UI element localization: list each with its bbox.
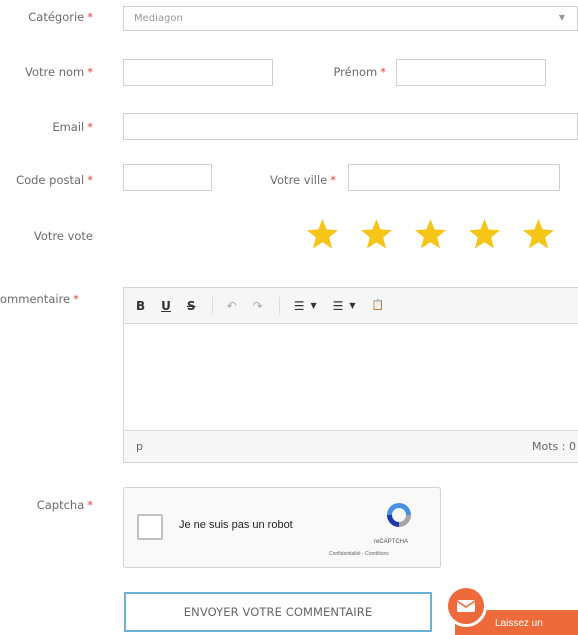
vote-label: Votre vote bbox=[6, 229, 93, 243]
recaptcha-links[interactable]: Confidentialité - Conditions bbox=[329, 551, 389, 557]
category-select-value: Mediagon bbox=[134, 13, 183, 24]
comment-editor[interactable]: B U S ↶ ↷ ☰ ▼ ☰ ▼ 📋 p Mots : 0 bbox=[123, 287, 578, 463]
word-count: Mots : 0 bbox=[532, 440, 576, 453]
required-marker: * bbox=[87, 498, 93, 512]
star-icon[interactable] bbox=[305, 217, 340, 252]
captcha-label-text: Captcha bbox=[36, 498, 85, 512]
underline-button[interactable]: U bbox=[161, 299, 171, 313]
redo-icon[interactable]: ↷ bbox=[253, 299, 263, 313]
editor-toolbar: B U S ↶ ↷ ☰ ▼ ☰ ▼ 📋 bbox=[124, 288, 578, 324]
required-marker: * bbox=[380, 65, 386, 79]
feedback-tab-label: Laissez un bbox=[495, 618, 543, 629]
last-name-label-text: Votre nom bbox=[24, 65, 85, 79]
captcha-label: Captcha * bbox=[6, 498, 93, 512]
postal-code-field[interactable] bbox=[123, 164, 212, 191]
numbered-list-icon[interactable]: ☰ bbox=[333, 299, 344, 313]
envelope-icon bbox=[456, 600, 476, 612]
city-label: Votre ville * bbox=[238, 173, 336, 187]
last-name-label: Votre nom * bbox=[6, 65, 93, 79]
last-name-field[interactable] bbox=[123, 59, 273, 86]
paste-icon[interactable]: 📋 bbox=[372, 300, 384, 311]
category-label: Catégorie * bbox=[6, 10, 93, 24]
chevron-down-icon[interactable]: ▼ bbox=[349, 301, 355, 310]
chevron-down-icon: ▼ bbox=[558, 13, 565, 22]
first-name-label: Prénom * bbox=[290, 65, 386, 79]
toolbar-divider bbox=[278, 296, 280, 315]
first-name-field[interactable] bbox=[396, 59, 546, 86]
email-field[interactable] bbox=[123, 113, 578, 140]
required-marker: * bbox=[87, 120, 93, 134]
star-icon[interactable] bbox=[467, 217, 502, 252]
vote-label-text: Votre vote bbox=[33, 229, 93, 243]
star-icon[interactable] bbox=[413, 217, 448, 252]
recaptcha-widget: Je ne suis pas un robot reCAPTCHA Confid… bbox=[123, 487, 441, 568]
required-marker: * bbox=[87, 10, 93, 24]
postal-code-label: Code postal * bbox=[0, 173, 93, 187]
first-name-label-text: Prénom bbox=[333, 65, 378, 79]
bold-button[interactable]: B bbox=[136, 299, 145, 313]
required-marker: * bbox=[87, 173, 93, 187]
category-label-text: Catégorie bbox=[28, 10, 85, 24]
recaptcha-checkbox-label: Je ne suis pas un robot bbox=[179, 519, 293, 531]
category-select[interactable]: Mediagon ▼ bbox=[123, 6, 578, 31]
recaptcha-brand: reCAPTCHA bbox=[374, 539, 409, 545]
toolbar-divider bbox=[211, 296, 213, 315]
bullet-list-icon[interactable]: ☰ bbox=[294, 299, 305, 313]
chevron-down-icon[interactable]: ▼ bbox=[310, 301, 316, 310]
comment-label: ommentaire * bbox=[0, 292, 93, 306]
star-icon[interactable] bbox=[521, 217, 556, 252]
city-field[interactable] bbox=[348, 164, 560, 191]
postal-code-label-text: Code postal bbox=[16, 173, 85, 187]
rating-stars[interactable] bbox=[305, 217, 556, 252]
email-label-text: Email bbox=[52, 120, 85, 134]
recaptcha-checkbox[interactable] bbox=[137, 514, 163, 540]
element-path[interactable]: p bbox=[136, 440, 143, 453]
required-marker: * bbox=[73, 292, 79, 306]
submit-comment-button[interactable]: ENVOYER VOTRE COMMENTAIRE bbox=[124, 592, 432, 632]
email-label: Email * bbox=[6, 120, 93, 134]
undo-icon[interactable]: ↶ bbox=[227, 299, 237, 313]
comment-label-text: ommentaire bbox=[0, 292, 71, 306]
strikethrough-button[interactable]: S bbox=[187, 299, 196, 313]
required-marker: * bbox=[330, 173, 336, 187]
editor-statusbar: p Mots : 0 bbox=[124, 430, 578, 462]
feedback-button[interactable] bbox=[445, 585, 487, 627]
recaptcha-logo-icon bbox=[387, 503, 411, 527]
star-icon[interactable] bbox=[359, 217, 394, 252]
required-marker: * bbox=[87, 65, 93, 79]
city-label-text: Votre ville bbox=[270, 173, 328, 187]
